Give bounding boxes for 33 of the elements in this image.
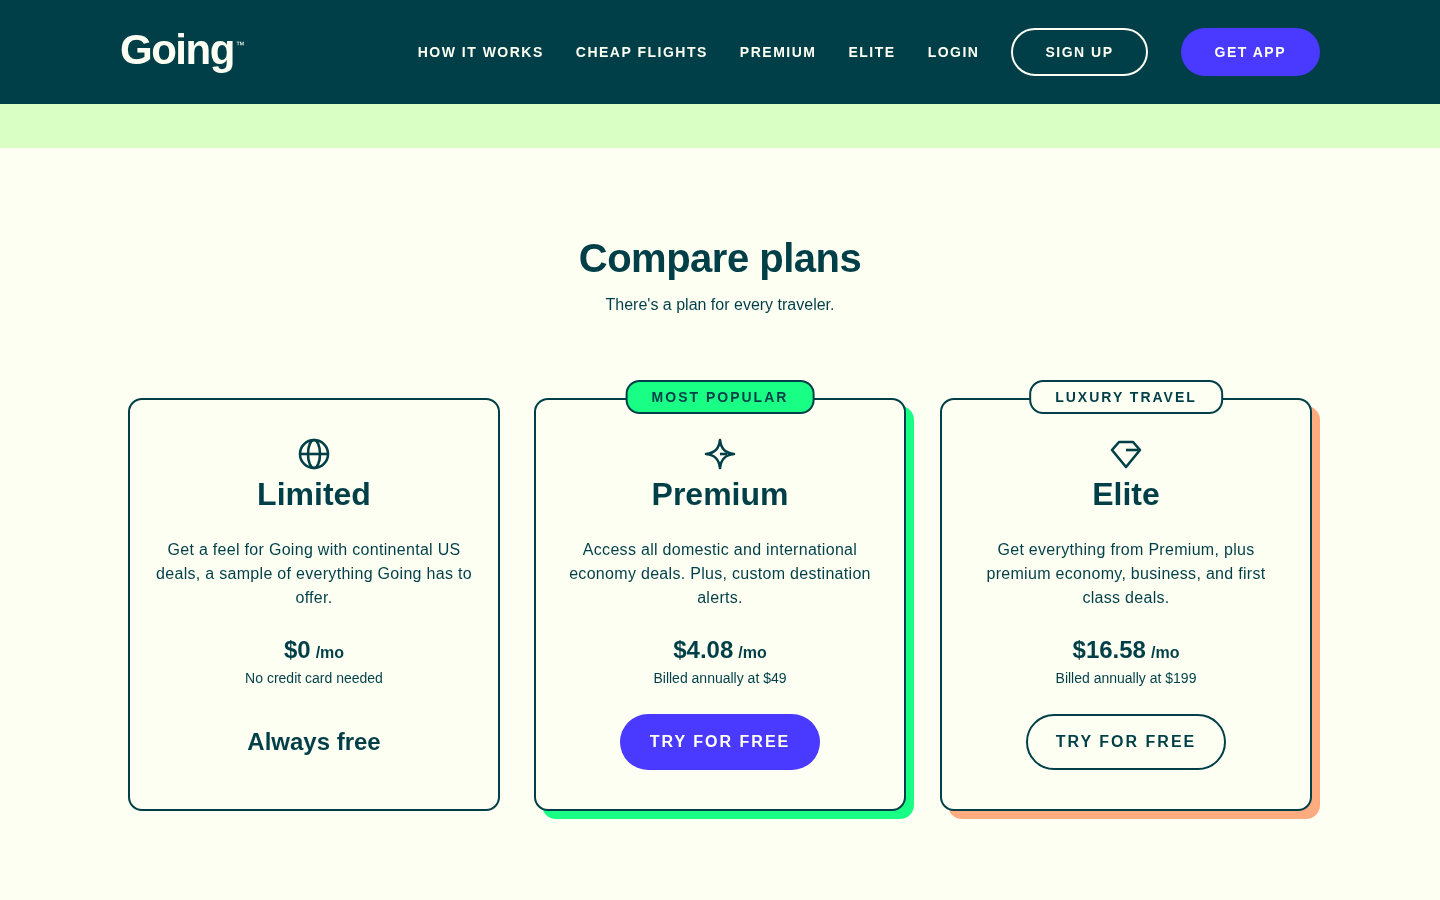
globe-icon (298, 438, 330, 470)
section-title: Compare plans (577, 235, 863, 282)
nav-link[interactable]: HOW IT WORKS (417, 44, 544, 60)
price-period: /mo (738, 643, 767, 663)
price-note: Billed annually at $49 (653, 669, 787, 688)
plan-description: Get a feel for Going with continental US deals, a sample of everything Going has to offer. (155, 540, 473, 608)
nav-link[interactable]: ELITE (848, 44, 896, 60)
section-subtitle: There's a plan for every traveler. (604, 295, 836, 315)
plan-name: Premium (651, 475, 789, 514)
nav-link[interactable]: PREMIUM (739, 44, 817, 60)
plan-name: Limited (257, 475, 371, 514)
price-amount: $16.58 (1072, 635, 1146, 665)
price-period: /mo (1150, 643, 1180, 663)
logo[interactable]: Going$^{™}$ (120, 29, 245, 71)
get-app-button[interactable]: GET APP (1180, 28, 1320, 76)
price-note: No credit card needed (245, 669, 383, 688)
gem-icon (1110, 438, 1142, 470)
plan-description: Get everything from Premium, plus premium economy, business, and first class deals. (985, 540, 1267, 608)
price-note: Billed annually at $199 (1055, 669, 1197, 688)
sparkle-icon (704, 438, 736, 470)
try-free-button[interactable]: TRY FOR FREE (620, 714, 820, 770)
always-free-label: Always free (247, 727, 381, 757)
plan-name: Elite (1092, 475, 1160, 514)
plan-badge: MOST POPULAR (625, 380, 815, 414)
sign-up-button[interactable]: SIGN UP (1011, 28, 1148, 76)
nav-link[interactable]: LOGIN (927, 44, 980, 60)
nav-link[interactable]: CHEAP FLIGHTS (575, 44, 708, 60)
plan-badge: LUXURY TRAVEL (1029, 380, 1223, 414)
price-amount: $4.08 (673, 635, 734, 665)
price-amount: $0 (283, 635, 311, 665)
try-free-button[interactable]: TRY FOR FREE (1026, 714, 1226, 770)
plan-description: Access all domestic and international economy deals. Plus, custom destination alerts. (568, 540, 872, 608)
price-period: /mo (315, 643, 345, 663)
